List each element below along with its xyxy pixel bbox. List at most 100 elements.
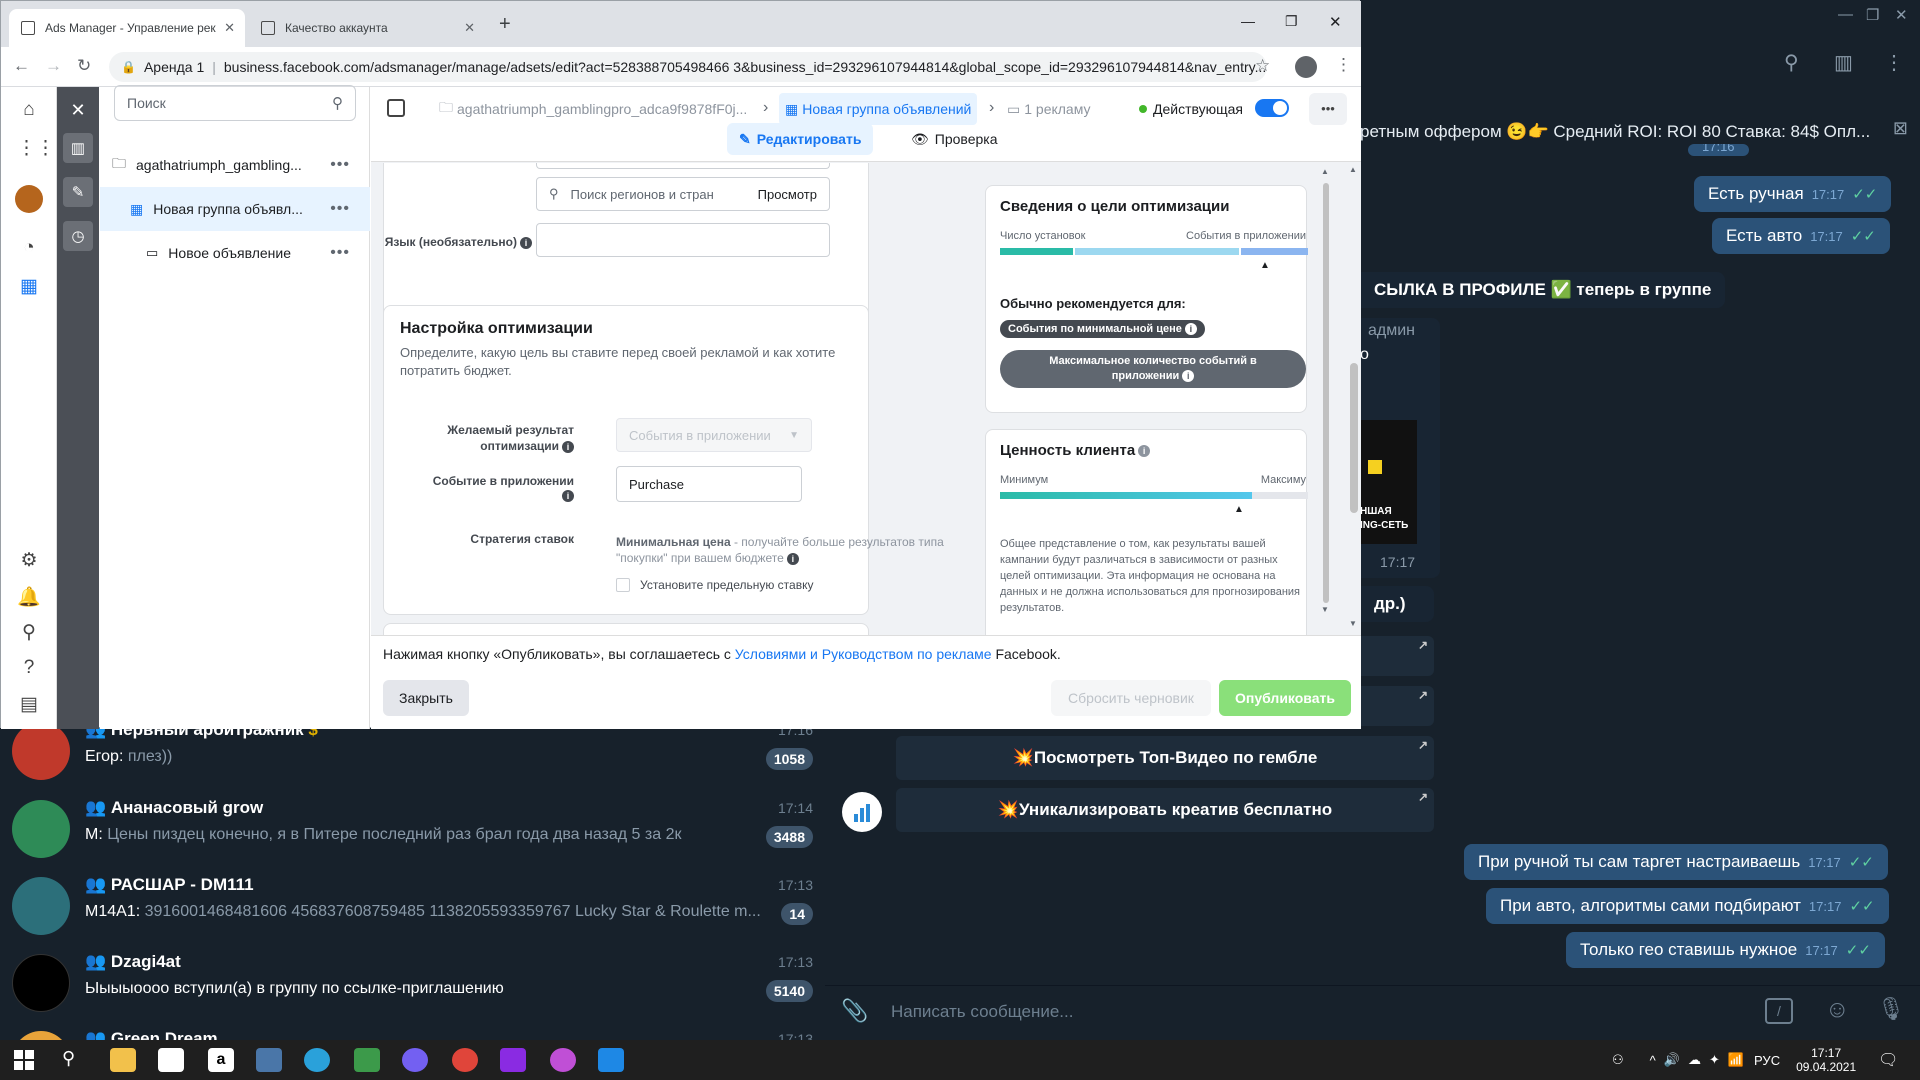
new-tab-button[interactable]: + — [499, 13, 511, 36]
commands-icon[interactable]: / — [1765, 998, 1793, 1024]
region-search-input[interactable]: ⚲ Поиск регионов и стран Просмотр — [536, 177, 830, 211]
breadcrumb-adset[interactable]: ▦ Новая группа объявлений — [779, 93, 978, 125]
attach-icon[interactable]: 📎 — [841, 998, 868, 1024]
notification-icon[interactable]: 🗨 — [1878, 1050, 1898, 1070]
close-icon[interactable]: ✕ — [63, 95, 93, 125]
tg-bot-avatar[interactable] — [842, 792, 882, 832]
app-icon[interactable] — [500, 1048, 526, 1072]
clock[interactable]: 17:17 09.04.2021 — [1796, 1046, 1856, 1074]
viber-icon[interactable] — [402, 1048, 428, 1072]
goal-select[interactable]: События в приложении ▼ — [616, 418, 812, 452]
tab-account-quality[interactable]: Качество аккаунта ✕ — [249, 9, 485, 47]
terms-link[interactable]: Условиями и Руководством по рекламе — [735, 646, 992, 662]
tg-menu-icon[interactable]: ⋮ — [1884, 50, 1904, 75]
chrome-icon[interactable] — [452, 1048, 478, 1072]
app-icon[interactable] — [256, 1048, 282, 1072]
amazon-icon[interactable]: a — [208, 1048, 234, 1072]
url-bar[interactable]: 🔒 Аренда 1 | business.facebook.com/adsma… — [109, 52, 1267, 82]
tg-media-image[interactable]: НШАЯ ING-СЕТЬ — [1360, 420, 1417, 544]
tab-ads-manager[interactable]: Ads Manager - Управление рек ✕ — [9, 9, 245, 47]
chart-icon[interactable]: ▥ — [63, 133, 93, 163]
back-icon[interactable]: ← — [13, 56, 30, 76]
people-icon[interactable]: ⚇ — [1612, 1052, 1624, 1068]
tg-button-uniq[interactable]: 💥Уникализировать креатив бесплатно ↗ — [896, 788, 1434, 832]
sidebar-scrollbar[interactable]: ▲ ▼ — [1321, 167, 1331, 615]
breadcrumb-campaign[interactable]: 🗀 agathatriumph_gamblingpro_adca9f9878fF… — [439, 93, 747, 125]
minimize-button[interactable]: — — [1241, 13, 1255, 29]
dropbox-icon[interactable]: ✦ — [1709, 1052, 1720, 1068]
network-icon[interactable]: 📶 — [1728, 1052, 1744, 1068]
message-input[interactable]: Написать сообщение... — [891, 1002, 1073, 1022]
emoji-icon[interactable]: ☺ — [1825, 996, 1850, 1024]
app-event-input[interactable]: Purchase — [616, 466, 802, 502]
chrome-menu-icon[interactable]: ⋮ — [1335, 55, 1352, 75]
reload-icon[interactable]: ↻ — [77, 56, 91, 76]
publish-button[interactable]: Опубликовать — [1219, 680, 1351, 716]
breadcrumb-ads[interactable]: ▭ 1 рекламу — [1007, 93, 1091, 125]
telegram-icon[interactable] — [304, 1048, 330, 1072]
tg-pinned-close-icon[interactable]: ⊠ — [1893, 118, 1908, 139]
tg-maximize-icon[interactable]: ❐ — [1866, 6, 1879, 24]
close-tab-icon[interactable]: ✕ — [464, 20, 475, 36]
tree-search-input[interactable]: Поиск ⚲ — [114, 85, 356, 121]
tg-inline-button[interactable]: ↗ — [1360, 686, 1434, 726]
mail-icon[interactable] — [598, 1048, 624, 1072]
close-button[interactable]: Закрыть — [383, 680, 469, 716]
tree-item-campaign[interactable]: 🗀 agathatriumph_gambling... ••• — [100, 143, 370, 187]
mic-icon[interactable]: 🎙 — [1877, 996, 1905, 1022]
toggle-panel-icon[interactable] — [387, 99, 405, 117]
reset-draft-button[interactable]: Сбросить черновик — [1051, 680, 1211, 716]
taskbar-search-icon[interactable]: ⚲ — [62, 1048, 75, 1069]
bookmark-star-icon[interactable]: ☆ — [1255, 56, 1270, 76]
history-clock-icon[interactable]: ◷ — [63, 221, 93, 251]
close-window-button[interactable]: ✕ — [1329, 13, 1342, 31]
tg-sidebar-icon[interactable]: ▥ — [1834, 50, 1853, 75]
windows-start-icon[interactable] — [14, 1050, 34, 1070]
status-toggle[interactable] — [1255, 99, 1289, 117]
ads-table-icon[interactable]: ▦ — [17, 275, 41, 299]
chat-item[interactable]: 👥 Green Dream 17:13 — [0, 1023, 825, 1040]
language-indicator[interactable]: РУС — [1754, 1053, 1780, 1068]
apps-grid-icon[interactable]: ⋮⋮ — [17, 137, 55, 161]
tg-close-icon[interactable]: ✕ — [1895, 6, 1908, 24]
tg-button-top-video[interactable]: 💥Посмотреть Топ-Видео по гембле ↗ — [896, 736, 1434, 780]
tab-edit[interactable]: ✎ Редактировать — [727, 123, 874, 155]
edit-pencil-icon[interactable]: ✎ — [63, 177, 93, 207]
chat-item[interactable]: 👥 Ананасовый grow 17:14 М: Цены пиздец к… — [0, 792, 825, 869]
volume-icon[interactable]: 🔊 — [1664, 1052, 1680, 1068]
chevron-up-icon[interactable]: ^ — [1650, 1053, 1656, 1068]
more-icon[interactable]: ••• — [330, 244, 350, 262]
app-icon[interactable] — [354, 1048, 380, 1072]
store-icon[interactable] — [158, 1048, 184, 1072]
tg-search-icon[interactable]: ⚲ — [1784, 50, 1799, 75]
browse-button[interactable]: Просмотр — [758, 187, 817, 202]
more-menu-button[interactable]: ••• — [1309, 93, 1347, 125]
bid-cap-checkbox[interactable] — [616, 578, 630, 592]
chat-item[interactable]: 👥 РАСШАР - DM111 17:13 M14A1: 3916001468… — [0, 869, 825, 946]
more-icon[interactable]: ••• — [330, 200, 350, 218]
tree-item-adset[interactable]: ▦ Новая группа объявл... ••• — [100, 187, 370, 231]
tab-review[interactable]: 👁 Проверка — [899, 123, 1010, 155]
cloud-icon[interactable]: ☁ — [1688, 1052, 1701, 1068]
tg-pinned-message[interactable]: ретным оффером 😉👉 Средний ROI: ROI 80 Ст… — [1360, 118, 1920, 148]
search-icon[interactable]: ⚲ — [17, 621, 41, 645]
close-tab-icon[interactable]: ✕ — [224, 20, 235, 36]
maximize-button[interactable]: ❐ — [1285, 13, 1298, 30]
settings-icon[interactable]: ⚙ — [17, 549, 41, 573]
home-icon[interactable]: ⌂ — [17, 99, 41, 123]
main-scrollbar[interactable]: ▲ ▼ — [1347, 163, 1359, 635]
bid-cap-checkbox-row[interactable]: Установите предельную ставку — [616, 578, 813, 592]
help-icon[interactable]: ? — [17, 657, 41, 681]
explorer-icon[interactable] — [110, 1048, 136, 1072]
more-icon[interactable]: ••• — [330, 156, 350, 174]
language-input[interactable] — [536, 223, 830, 257]
bell-icon[interactable]: 🔔 — [17, 585, 41, 609]
chat-item[interactable]: 👥 Dzagi4at 17:13 Ыыыыоооо вступил(а) в г… — [0, 946, 825, 1023]
tree-item-ad[interactable]: ▭ Новое объявление ••• — [100, 231, 370, 275]
app-icon[interactable] — [550, 1048, 576, 1072]
tg-inline-button[interactable]: ↗ — [1360, 636, 1434, 676]
account-avatar[interactable] — [15, 185, 43, 213]
tg-minimize-icon[interactable]: — — [1838, 6, 1853, 23]
report-icon[interactable]: ▤ — [17, 693, 41, 717]
profile-icon[interactable] — [1295, 56, 1317, 78]
